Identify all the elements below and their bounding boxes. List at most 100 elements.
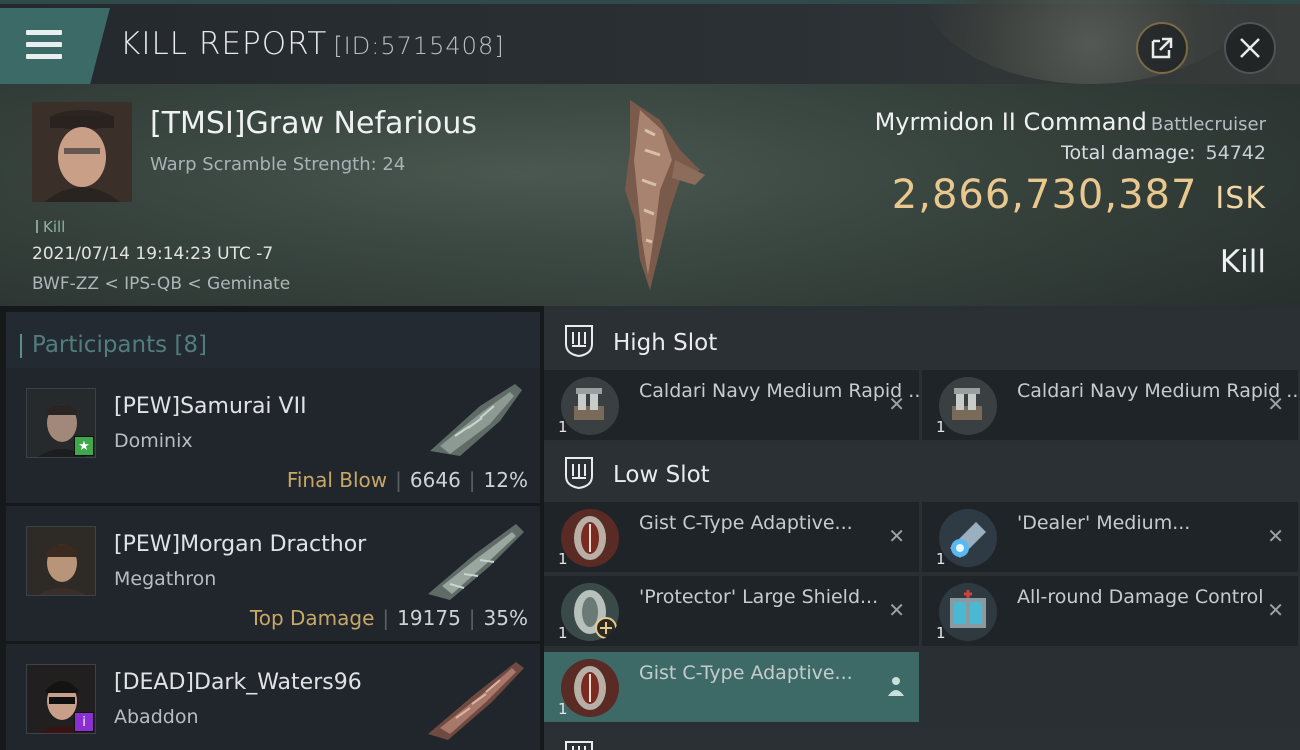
hamburger-icon xyxy=(26,30,62,60)
module-quantity: 1 xyxy=(936,418,946,436)
victim-name[interactable]: [TMSI]Graw Nefarious xyxy=(150,106,477,141)
total-damage-value: 54742 xyxy=(1205,142,1266,164)
page-title-text: KILL REPORT xyxy=(120,26,328,62)
victim-portrait[interactable] xyxy=(32,102,132,202)
module-item[interactable]: 1 All-round Damage Control ✕ xyxy=(922,576,1298,646)
isk-unit: ISK xyxy=(1215,181,1266,216)
star-icon: ★ xyxy=(74,436,94,456)
stat-divider: | xyxy=(382,606,390,630)
victim-summary: [TMSI]Graw Nefarious Warp Scramble Stren… xyxy=(0,84,1300,306)
module-item[interactable]: 1 Caldari Navy Medium Rapid ... ✕ xyxy=(922,370,1298,440)
high-slot-icon xyxy=(565,325,593,358)
title-bar: KILL REPORT [ID:5715408] xyxy=(0,0,1300,84)
stat-divider: | xyxy=(395,468,402,492)
mid-slot-icon xyxy=(565,741,593,750)
participant-row[interactable]: [PEW]Morgan Dracthor Megathron Top Damag… xyxy=(6,506,540,641)
participant-stats: Top Damage | 19175 | 35% xyxy=(250,606,528,630)
share-button[interactable] xyxy=(1136,22,1188,74)
participant-damage: 6646 xyxy=(409,468,461,492)
destroyed-x-icon: ✕ xyxy=(1267,392,1284,416)
module-quantity: 1 xyxy=(558,700,568,718)
participant-ship: Abaddon xyxy=(114,706,199,728)
module-quantity: 1 xyxy=(558,624,568,642)
participant-ship: Megathron xyxy=(114,568,217,590)
person-icon xyxy=(888,677,904,696)
participant-name: [PEW]Samurai VII xyxy=(114,394,307,419)
destroyed-x-icon: ✕ xyxy=(1267,598,1284,622)
report-id: [ID:5715408] xyxy=(333,32,505,60)
low-slot-header: Low Slot xyxy=(544,442,1300,502)
turret-icon xyxy=(561,377,619,435)
participant-ship-render xyxy=(430,384,522,456)
participant-percent: 12% xyxy=(483,468,528,492)
stat-divider: | xyxy=(468,606,476,630)
participant-portrait xyxy=(27,527,95,595)
planet-backdrop xyxy=(920,0,1260,84)
module-item[interactable]: 1 'Dealer' Medium... ✕ xyxy=(922,502,1298,572)
info-icon: i xyxy=(74,712,94,732)
module-item[interactable]: 1 Caldari Navy Medium Rapid ... ✕ xyxy=(544,370,919,440)
module-name: 'Dealer' Medium... xyxy=(1017,512,1191,534)
low-slot-icon xyxy=(565,457,593,490)
victim-ship-render[interactable] xyxy=(600,90,730,300)
destroyed-x-icon: ✕ xyxy=(888,392,905,416)
damage-control-icon xyxy=(939,583,997,641)
destroyed-x-icon: ✕ xyxy=(888,524,905,548)
participants-title: Participants [8] xyxy=(19,332,208,358)
module-item[interactable]: 1 'Protector' Large Shield... ✕ xyxy=(544,576,919,646)
participant-name: [PEW]Morgan Dracthor xyxy=(114,532,367,557)
participant-ship-render xyxy=(428,524,524,600)
module-name: Gist C-Type Adaptive... xyxy=(639,662,853,684)
close-icon xyxy=(1240,38,1260,58)
module-item[interactable]: 1 Gist C-Type Adaptive... ✕ xyxy=(544,502,919,572)
total-damage: Total damage: 54742 xyxy=(1061,142,1266,164)
module-quantity: 1 xyxy=(936,624,946,642)
module-item-selected[interactable]: 1 Gist C-Type Adaptive... xyxy=(544,652,919,722)
participants-header: Participants [8] xyxy=(6,312,540,372)
kill-location[interactable]: BWF-ZZ < IPS-QB < Geminate xyxy=(32,274,290,294)
close-button[interactable] xyxy=(1224,22,1276,74)
participant-damage: 19175 xyxy=(397,606,461,630)
participant-percent: 35% xyxy=(483,606,528,630)
shield-extender-icon xyxy=(561,583,619,641)
page-title: KILL REPORT [ID:5715408] xyxy=(120,26,505,62)
low-slot-label: Low Slot xyxy=(613,462,710,488)
participant-role: Top Damage xyxy=(249,606,375,630)
participants-panel: Participants [8] ★ [PEW]Samurai VII Domi… xyxy=(0,306,544,750)
menu-button[interactable] xyxy=(0,8,110,84)
participant-name: [DEAD]Dark_Waters96 xyxy=(114,670,362,695)
module-name: Caldari Navy Medium Rapid ... xyxy=(1017,380,1297,402)
kill-tag: Kill xyxy=(36,218,65,236)
result-label: Kill xyxy=(1219,244,1266,280)
module-name: 'Protector' Large Shield... xyxy=(639,586,879,608)
victim-ship[interactable]: Myrmidon II Command Battlecruiser xyxy=(875,108,1266,136)
high-slot-header: High Slot xyxy=(544,310,1300,370)
module-quantity: 1 xyxy=(558,550,568,568)
isk-value: 2,866,730,387 ISK xyxy=(892,172,1266,218)
participant-avatar xyxy=(26,526,96,596)
turret-icon xyxy=(939,377,997,435)
participants-label: Participants xyxy=(32,332,168,358)
module-name: Gist C-Type Adaptive... xyxy=(639,512,853,534)
victim-ship-name: Myrmidon II Command xyxy=(874,108,1147,136)
isk-amount: 2,866,730,387 xyxy=(891,172,1198,218)
fittings-panel: High Slot 1 Caldari Navy Medium Rapid ..… xyxy=(544,306,1300,750)
share-icon xyxy=(1151,37,1173,59)
participant-role: Final Blow xyxy=(286,468,388,492)
participant-stats: Final Blow | 6646 | 12% xyxy=(287,468,528,492)
adaptive-hardener-icon xyxy=(561,509,619,567)
stat-divider: | xyxy=(468,468,476,492)
destroyed-x-icon: ✕ xyxy=(1267,524,1284,548)
module-name: All-round Damage Control xyxy=(1017,586,1264,608)
participant-ship-render xyxy=(428,662,524,740)
participant-row[interactable]: i [DEAD]Dark_Waters96 Abaddon xyxy=(6,644,540,750)
kill-datetime: 2021/07/14 19:14:23 UTC -7 xyxy=(32,244,274,264)
participant-row[interactable]: ★ [PEW]Samurai VII Dominix Final Blow | 66… xyxy=(6,368,540,503)
module-quantity: 1 xyxy=(936,550,946,568)
participants-count: [8] xyxy=(174,332,208,358)
damage-amplifier-icon xyxy=(939,509,997,567)
warp-scramble-strength: Warp Scramble Strength: 24 xyxy=(150,154,406,175)
destroyed-x-icon: ✕ xyxy=(888,598,905,622)
participant-ship: Dominix xyxy=(114,430,193,452)
adaptive-hardener-icon xyxy=(561,659,619,717)
